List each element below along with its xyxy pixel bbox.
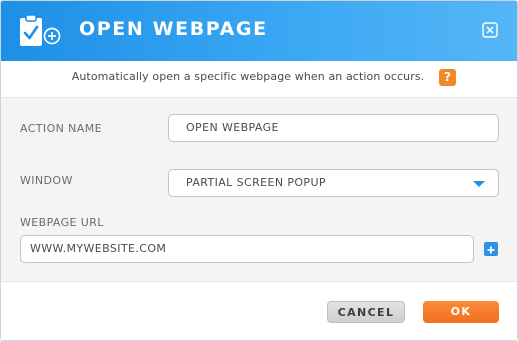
open-webpage-dialog: OPEN WEBPAGE Automatically open a specif… [0,0,518,341]
window-select[interactable]: PARTIAL SCREEN POPUP [168,169,499,197]
close-icon[interactable] [482,22,498,38]
clipboard-check-plus-icon [18,14,64,48]
dialog-description: Automatically open a specific webpage wh… [71,70,425,83]
plus-icon[interactable] [484,242,498,256]
dialog-footer: CANCEL OK [1,281,517,340]
window-label: WINDOW [20,174,73,187]
help-icon[interactable]: ? [439,69,456,86]
dialog-header: OPEN WEBPAGE [1,1,517,61]
ok-button[interactable]: OK [423,301,499,323]
cancel-button[interactable]: CANCEL [327,301,405,323]
action-name-input[interactable]: OPEN WEBPAGE [168,114,499,142]
webpage-url-label: WEBPAGE URL [20,216,104,229]
chevron-down-icon[interactable] [473,181,485,187]
webpage-url-input[interactable]: WWW.MYWEBSITE.COM [20,235,474,263]
action-name-label: ACTION NAME [20,122,102,135]
window-selected-value: PARTIAL SCREEN POPUP [186,176,326,189]
dialog-title: OPEN WEBPAGE [79,18,268,40]
